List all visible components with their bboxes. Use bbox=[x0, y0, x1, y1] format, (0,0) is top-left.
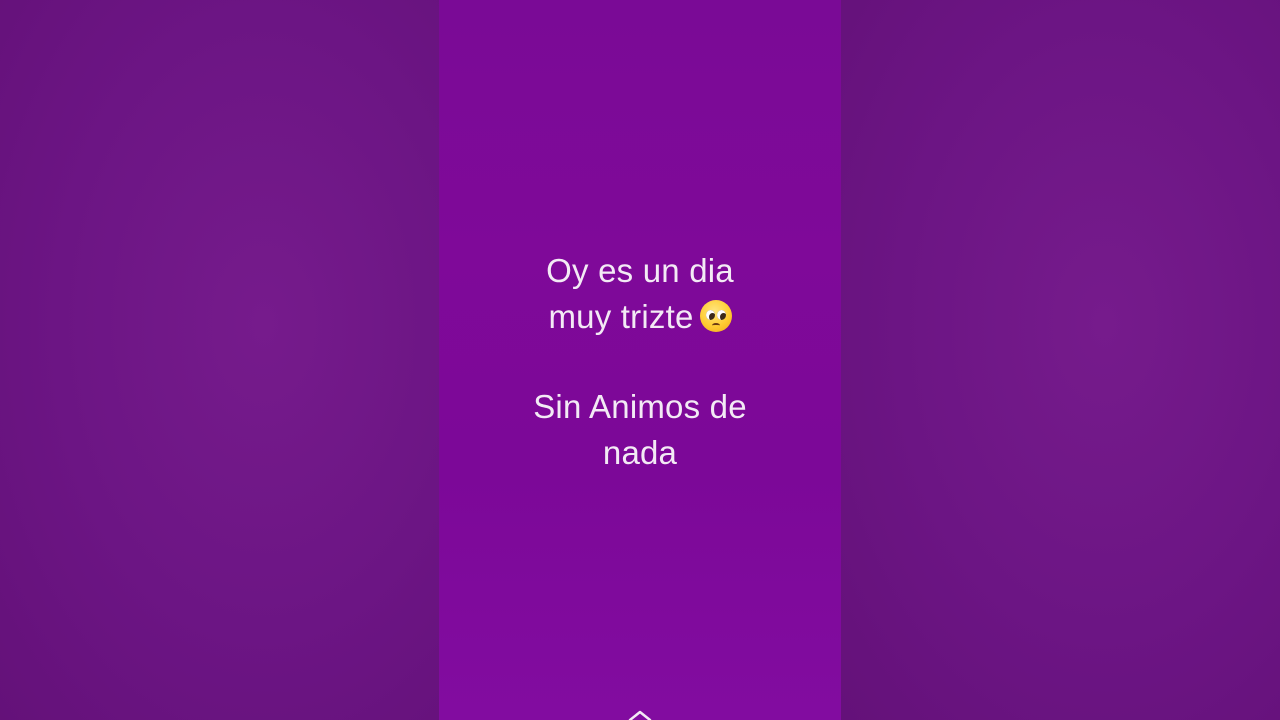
blurred-background-left bbox=[0, 0, 439, 720]
story-line-3: Sin Animos de bbox=[533, 388, 747, 425]
story-panel: Oy es un dia muy trizte Sin Animos de na… bbox=[439, 0, 841, 720]
story-line-4: nada bbox=[602, 434, 678, 471]
story-text: Oy es un dia muy trizte Sin Animos de na… bbox=[439, 248, 841, 476]
story-line-2-text: muy trizte bbox=[548, 298, 694, 335]
story-line-2: muy trizte bbox=[439, 294, 841, 340]
video-frame: Oy es un dia muy trizte Sin Animos de na… bbox=[0, 0, 1280, 720]
blurred-background-right bbox=[841, 0, 1280, 720]
swipe-up-button[interactable] bbox=[628, 709, 652, 720]
story-line-1: Oy es un dia bbox=[546, 252, 734, 289]
pleading-face-icon bbox=[699, 300, 732, 332]
story-gap bbox=[439, 340, 841, 384]
chevron-up-icon bbox=[628, 710, 652, 720]
